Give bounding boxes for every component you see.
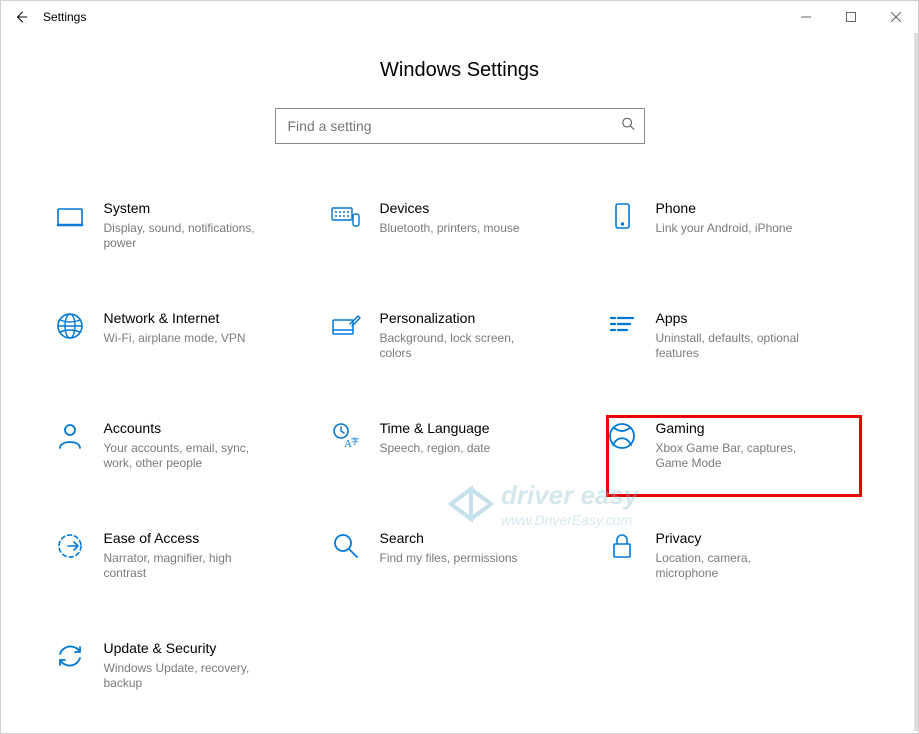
category-title: Update & Security — [104, 640, 264, 657]
ease-icon — [54, 530, 86, 562]
window-controls — [783, 1, 918, 33]
lock-icon — [606, 530, 638, 562]
category-phone[interactable]: Phone Link your Android, iPhone — [602, 196, 870, 256]
phone-icon — [606, 200, 638, 232]
scrollbar[interactable] — [914, 33, 918, 731]
category-title: Accounts — [104, 420, 264, 437]
titlebar: Settings — [1, 1, 918, 33]
list-icon — [606, 310, 638, 342]
minimize-button[interactable] — [783, 1, 828, 33]
category-title: Gaming — [656, 420, 816, 437]
person-icon — [54, 420, 86, 452]
category-subtitle: Speech, region, date — [380, 441, 491, 457]
category-subtitle: Link your Android, iPhone — [656, 221, 793, 237]
xbox-icon — [606, 420, 638, 452]
category-title: Privacy — [656, 530, 816, 547]
category-title: Time & Language — [380, 420, 491, 437]
category-subtitle: Background, lock screen, colors — [380, 331, 540, 362]
category-title: Personalization — [380, 310, 540, 327]
back-button[interactable] — [1, 1, 41, 33]
category-title: Apps — [656, 310, 816, 327]
category-subtitle: Location, camera, microphone — [656, 551, 816, 582]
category-subtitle: Uninstall, defaults, optional features — [656, 331, 816, 362]
category-subtitle: Narrator, magnifier, high contrast — [104, 551, 264, 582]
category-update[interactable]: Update & Security Windows Update, recover… — [50, 636, 318, 696]
category-ease-of-access[interactable]: Ease of Access Narrator, magnifier, high … — [50, 526, 318, 586]
brush-icon — [330, 310, 362, 342]
category-system[interactable]: System Display, sound, notifications, pow… — [50, 196, 318, 256]
search-box — [275, 108, 645, 144]
page-title: Windows Settings — [1, 59, 918, 82]
category-apps[interactable]: Apps Uninstall, defaults, optional featur… — [602, 306, 870, 366]
category-subtitle: Your accounts, email, sync, work, other … — [104, 441, 264, 472]
category-accounts[interactable]: Accounts Your accounts, email, sync, work… — [50, 416, 318, 476]
category-subtitle: Find my files, permissions — [380, 551, 518, 567]
category-title: Network & Internet — [104, 310, 246, 327]
search-input[interactable] — [275, 108, 645, 144]
search-icon — [330, 530, 362, 562]
globe-icon — [54, 310, 86, 342]
category-subtitle: Bluetooth, printers, mouse — [380, 221, 520, 237]
category-title: Ease of Access — [104, 530, 264, 547]
category-search[interactable]: Search Find my files, permissions — [326, 526, 594, 586]
category-privacy[interactable]: Privacy Location, camera, microphone — [602, 526, 870, 586]
category-grid: System Display, sound, notifications, pow… — [50, 196, 870, 696]
close-button[interactable] — [873, 1, 918, 33]
category-personalization[interactable]: Personalization Background, lock screen, … — [326, 306, 594, 366]
maximize-button[interactable] — [828, 1, 873, 33]
monitor-icon — [54, 200, 86, 232]
category-subtitle: Wi-Fi, airplane mode, VPN — [104, 331, 246, 347]
category-devices[interactable]: Devices Bluetooth, printers, mouse — [326, 196, 594, 256]
keyboard-icon — [330, 200, 362, 232]
category-title: Devices — [380, 200, 520, 217]
category-title: System — [104, 200, 264, 217]
category-gaming[interactable]: Gaming Xbox Game Bar, captures, Game Mode — [602, 416, 870, 476]
category-title: Phone — [656, 200, 793, 217]
category-subtitle: Windows Update, recovery, backup — [104, 661, 264, 692]
time-lang-icon — [330, 420, 362, 452]
settings-window: Settings Windows Settings System Display,… — [0, 0, 919, 734]
category-network[interactable]: Network & Internet Wi-Fi, airplane mode, … — [50, 306, 318, 366]
category-subtitle: Display, sound, notifications, power — [104, 221, 264, 252]
category-time-language[interactable]: Time & Language Speech, region, date — [326, 416, 594, 476]
category-title: Search — [380, 530, 518, 547]
sync-icon — [54, 640, 86, 672]
window-title: Settings — [43, 10, 86, 24]
search-icon — [621, 117, 635, 136]
category-subtitle: Xbox Game Bar, captures, Game Mode — [656, 441, 816, 472]
